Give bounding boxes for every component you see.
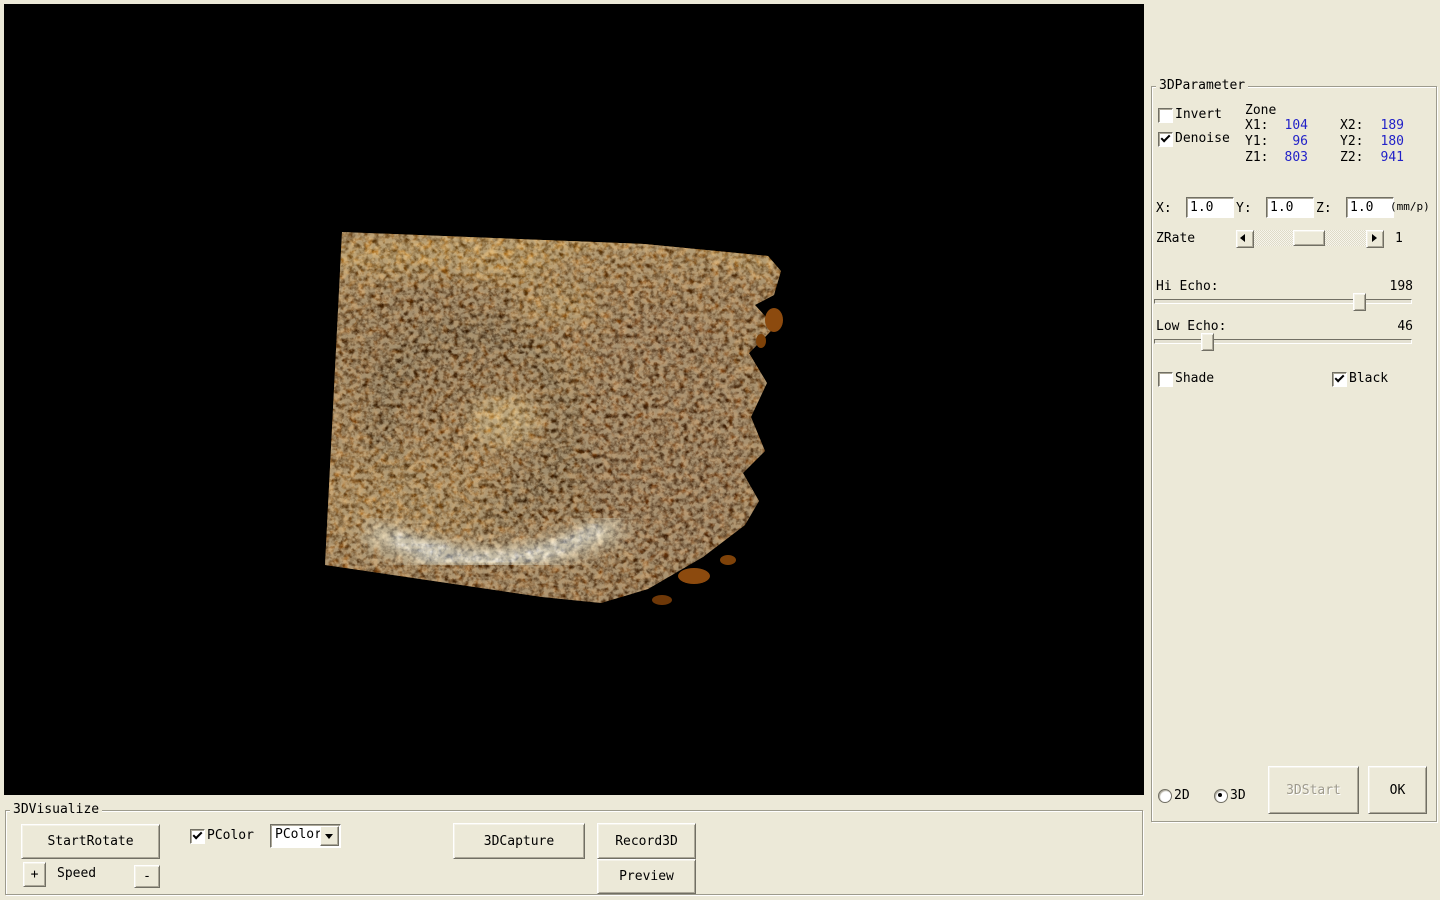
ok-button[interactable]: OK [1368, 766, 1427, 814]
start-3d-button[interactable]: 3DStart [1268, 766, 1359, 814]
black-label: Black [1349, 371, 1389, 386]
zrate-label: ZRate [1156, 231, 1196, 246]
shade-checkbox[interactable] [1158, 372, 1173, 387]
visualize-panel-title: 3DVisualize [10, 802, 103, 818]
zrate-scroll-left-button[interactable] [1236, 230, 1254, 248]
y-scale-input[interactable] [1266, 197, 1314, 218]
zone-z1-label: Z1: [1245, 150, 1269, 165]
zrate-value: 1 [1395, 231, 1403, 246]
pcolor-select-value: PColor [275, 827, 322, 842]
scale-unit-label: (mm/p) [1390, 200, 1430, 213]
mode-3d-label: 3D [1230, 788, 1246, 803]
denoise-label: Denoise [1175, 131, 1230, 146]
chevron-down-icon [325, 834, 333, 839]
invert-checkbox[interactable] [1158, 108, 1173, 123]
zrate-scroll-thumb[interactable] [1293, 230, 1325, 246]
zone-y2-value: 180 [1380, 134, 1404, 149]
zone-x2-value: 189 [1380, 118, 1404, 133]
pcolor-label: PColor [207, 828, 254, 843]
zone-title: Zone [1245, 103, 1277, 118]
pcolor-checkbox[interactable] [190, 829, 205, 844]
zone-x2-label: X2: [1340, 118, 1364, 133]
speed-label: Speed [57, 866, 97, 881]
denoise-checkbox[interactable] [1158, 132, 1173, 147]
hi-echo-track [1154, 299, 1412, 304]
low-echo-label: Low Echo: [1156, 319, 1227, 334]
pcolor-select-dropdown-button[interactable] [320, 826, 339, 846]
zone-y2-label: Y2: [1340, 134, 1364, 149]
pcolor-select[interactable]: PColor [270, 824, 341, 848]
right-arrow-icon [1372, 234, 1377, 242]
z-scale-input[interactable] [1346, 197, 1394, 218]
hi-echo-value: 198 [1389, 279, 1413, 294]
zone-y1-value: 96 [1292, 134, 1308, 149]
low-echo-track [1154, 339, 1412, 344]
hi-echo-thumb[interactable] [1353, 293, 1366, 311]
zone-z2-label: Z2: [1340, 150, 1364, 165]
hi-echo-slider[interactable] [1154, 293, 1412, 311]
preview-button[interactable]: Preview [597, 859, 696, 894]
x-scale-input[interactable] [1186, 197, 1234, 218]
zone-y1-label: Y1: [1245, 134, 1269, 149]
zone-z1-value: 803 [1284, 150, 1308, 165]
low-echo-slider[interactable] [1154, 333, 1412, 351]
zrate-scrollbar[interactable] [1236, 230, 1384, 248]
x-scale-label: X: [1156, 201, 1172, 216]
mode-3d-radio[interactable] [1214, 789, 1228, 803]
parameter-panel-title: 3DParameter [1156, 78, 1249, 94]
visualize-panel: 3DVisualize StartRotate PColor PColor 3D… [5, 802, 1143, 895]
render-viewport[interactable] [4, 4, 1144, 795]
zone-x1-value: 104 [1284, 118, 1308, 133]
invert-label: Invert [1175, 107, 1222, 122]
record-3d-button[interactable]: Record3D [597, 823, 696, 859]
zone-z2-value: 941 [1380, 150, 1404, 165]
y-scale-label: Y: [1236, 201, 1252, 216]
zone-x1-label: X1: [1245, 118, 1269, 133]
capture-3d-button[interactable]: 3DCapture [453, 823, 585, 859]
hi-echo-label: Hi Echo: [1156, 279, 1219, 294]
mode-2d-label: 2D [1174, 788, 1190, 803]
app-window: 3DParameter Invert Denoise Zone X1: 104 … [0, 0, 1440, 900]
black-checkbox[interactable] [1332, 372, 1347, 387]
parameter-panel: 3DParameter Invert Denoise Zone X1: 104 … [1151, 78, 1437, 822]
zrate-scroll-track[interactable] [1254, 230, 1366, 246]
zrate-scroll-right-button[interactable] [1366, 230, 1384, 248]
speed-minus-button[interactable]: - [134, 865, 160, 888]
low-echo-thumb[interactable] [1201, 333, 1214, 351]
speed-plus-button[interactable]: + [23, 862, 46, 887]
low-echo-value: 46 [1397, 319, 1413, 334]
mode-2d-radio[interactable] [1158, 789, 1172, 803]
start-rotate-button[interactable]: StartRotate [21, 824, 160, 859]
left-arrow-icon [1240, 234, 1245, 242]
ultrasound-volume [325, 232, 783, 605]
shade-label: Shade [1175, 371, 1215, 386]
z-scale-label: Z: [1316, 201, 1332, 216]
